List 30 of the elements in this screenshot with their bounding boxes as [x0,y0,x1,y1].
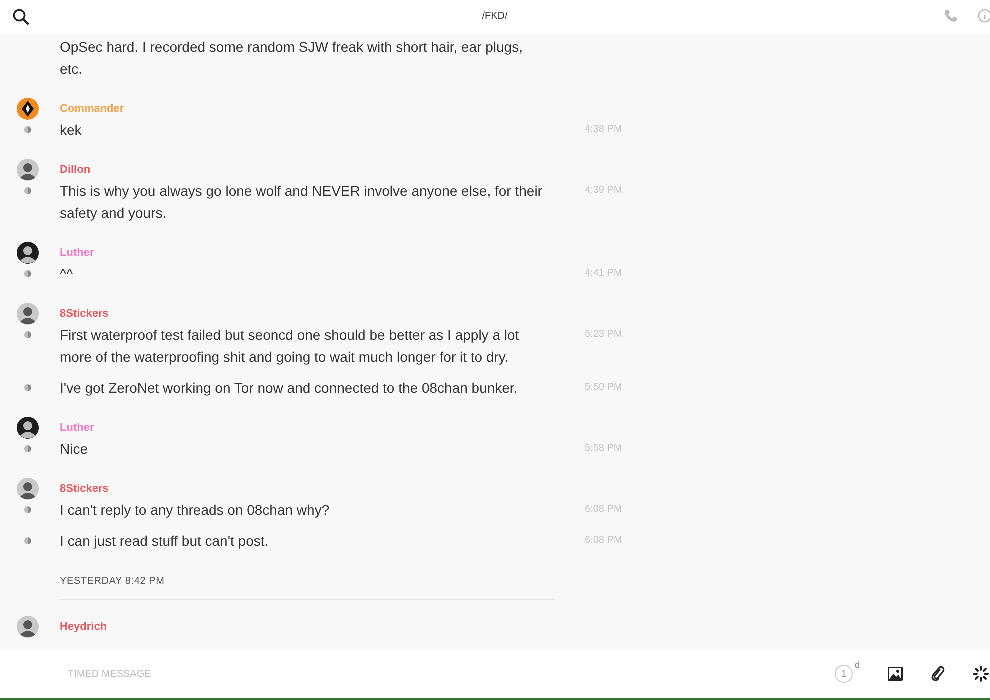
message-input[interactable]: TIMED MESSAGE [68,668,268,680]
message-text: OpSec hard. I recorded some random SJW freak with short hair, ear plugs, etc. [60,38,524,79]
paperclip-icon[interactable] [931,666,945,682]
sender-name[interactable]: Commander [60,103,124,115]
avatar-icon [17,417,39,439]
avatar-icon [17,478,39,500]
image-icon[interactable] [888,667,903,681]
sender-name[interactable]: Luther [60,422,94,434]
message-text: Nice [60,440,90,459]
sender-name[interactable]: Dillon [60,164,91,176]
avatar-icon [17,159,39,181]
ping-icon[interactable] [973,666,989,682]
avatar-icon [17,303,39,325]
sender-name[interactable]: 8Stickers [60,308,109,320]
avatar-icon [17,616,39,638]
date-label: YESTERDAY 8:42 PM [60,576,165,587]
sender-name[interactable]: 8Stickers [60,483,109,495]
message-text: First waterproof test failed but seoncd one should be better as I apply a lot more of the waterproofing shit and going to wait much longer for it to dry. [60,326,520,367]
sender-name[interactable]: Luther [60,247,94,259]
message-text: kek [60,121,83,140]
message-text: ^^ [60,265,74,284]
avatar-icon [17,242,39,264]
message-text: I can just read stuff but can't post. [60,532,270,551]
message-text: I can't reply to any threads on 08chan why? [60,501,331,520]
message-text: This is why you always go lone wolf and NEVER involve anyone else, for their safety and yours. [60,182,544,223]
message-text: I've got ZeroNet working on Tor now and connected to the 08chan bunker. [60,379,519,398]
avatar-icon [17,98,39,120]
conversation-title: /FKD/ [482,11,508,22]
search-icon[interactable] [13,9,29,25]
sender-name[interactable]: Heydrich [60,621,108,633]
